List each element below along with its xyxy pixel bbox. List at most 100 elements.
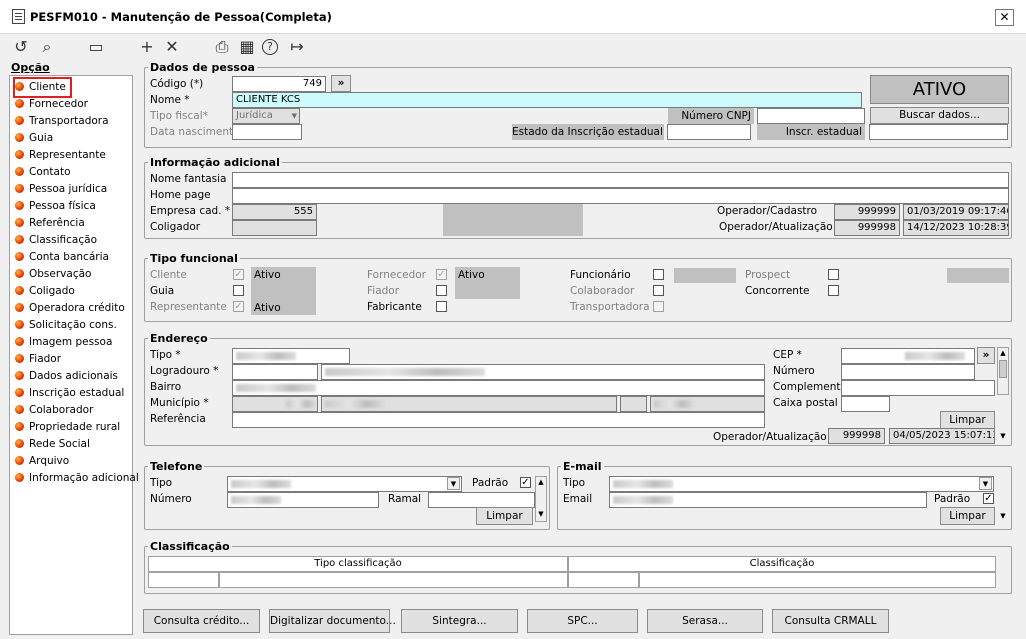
numero-input[interactable]	[841, 364, 975, 380]
tipo-fiscal-select[interactable]: Jurídica ▼	[232, 108, 300, 124]
sidebar-item[interactable]: Propriedade rural	[15, 419, 120, 436]
sidebar-item[interactable]: Conta bancária	[15, 249, 109, 266]
sidebar-item[interactable]: Pessoa física	[15, 198, 96, 215]
sidebar-item[interactable]: Imagem pessoa	[15, 334, 112, 351]
telefone-padrao-checkbox[interactable]: ✓	[520, 477, 531, 488]
telefone-ramal-input[interactable]	[428, 492, 535, 508]
spc-button[interactable]: SPC...	[527, 609, 638, 633]
telefone-limpar-button[interactable]: Limpar	[476, 507, 533, 525]
sidebar-item[interactable]: Representante	[15, 147, 106, 164]
sintegra-button[interactable]: Sintegra...	[401, 609, 518, 633]
endereco-more-button[interactable]: »	[977, 347, 995, 364]
telefone-scrollbar[interactable]: ▲ ▼	[535, 476, 547, 522]
municipio-name-input[interactable]	[321, 396, 617, 412]
codigo-input[interactable]: 749	[232, 76, 326, 92]
sidebar-item[interactable]: Guia	[15, 130, 53, 147]
sidebar-item[interactable]: Contato	[15, 164, 71, 181]
scroll-thumb[interactable]	[999, 360, 1007, 378]
buscar-dados-button[interactable]: Buscar dados...	[870, 107, 1009, 124]
sidebar-item[interactable]: Operadora crédito	[15, 300, 125, 317]
complemento-input[interactable]	[841, 380, 995, 396]
email-limpar-button[interactable]: Limpar	[940, 507, 995, 525]
numero-cnpj-input[interactable]	[757, 108, 865, 124]
tipo-prospect-checkbox[interactable]	[828, 269, 839, 280]
telefone-numero-input[interactable]	[227, 492, 379, 508]
email-tipo-select[interactable]: ▼	[609, 476, 994, 492]
tipo-guia-checkbox[interactable]	[233, 285, 244, 296]
sidebar-item[interactable]: Colaborador	[15, 402, 93, 419]
inscr-estadual-input[interactable]	[869, 124, 1008, 140]
scroll-down-icon[interactable]: ▼	[997, 428, 1009, 444]
tipo-fabricante-checkbox[interactable]	[436, 301, 447, 312]
table-cell[interactable]	[219, 572, 568, 588]
sidebar-item[interactable]: Inscrição estadual	[15, 385, 124, 402]
data-nascimento-input[interactable]	[232, 124, 302, 140]
calendar-icon[interactable]: ▦	[237, 38, 257, 56]
sidebar-item[interactable]: Rede Social	[15, 436, 90, 453]
endereco-limpar-button[interactable]: Limpar	[940, 411, 995, 429]
sidebar-item[interactable]: Pessoa jurídica	[15, 181, 107, 198]
sidebar-item[interactable]: Dados adicionais	[15, 368, 118, 385]
logradouro-tipo-input[interactable]	[232, 364, 318, 380]
sidebar-item[interactable]: Coligado	[15, 283, 75, 300]
sidebar-item[interactable]: Fornecedor	[15, 96, 88, 113]
sidebar-item[interactable]: Informação adicional	[15, 470, 139, 487]
coligador-input[interactable]	[232, 220, 317, 236]
add-icon[interactable]: +	[137, 38, 157, 56]
delete-icon[interactable]: ✕	[162, 38, 182, 56]
home-page-input[interactable]	[232, 188, 1009, 204]
serasa-button[interactable]: Serasa...	[647, 609, 763, 633]
nome-fantasia-input[interactable]	[232, 172, 1009, 188]
tipo-funcionario-checkbox[interactable]	[653, 269, 664, 280]
logradouro-input[interactable]	[321, 364, 765, 380]
sidebar-item[interactable]: Fiador	[15, 351, 61, 368]
referencia-input[interactable]	[232, 412, 765, 428]
tipo-concorrente-checkbox[interactable]	[828, 285, 839, 296]
print-icon[interactable]: ⎙	[212, 38, 232, 56]
digitalizar-documento-button[interactable]: Digitalizar documento...	[269, 609, 396, 633]
sidebar-item[interactable]: Classificação	[15, 232, 97, 249]
save-icon[interactable]: ▭	[86, 38, 106, 56]
email-input[interactable]	[609, 492, 927, 508]
col-tipo-classificacao[interactable]: Tipo classificação	[148, 556, 568, 572]
consulta-crmall-button[interactable]: Consulta CRMALL	[772, 609, 889, 633]
tipo-representante-checkbox[interactable]: ✓	[233, 301, 244, 312]
municipio-pais-input[interactable]	[650, 396, 765, 412]
sidebar-item[interactable]: Observação	[15, 266, 91, 283]
table-cell[interactable]	[639, 572, 996, 588]
estado-inscricao-input[interactable]	[667, 124, 751, 140]
caixa-postal-input[interactable]	[841, 396, 890, 412]
tipo-transportadora-checkbox[interactable]	[653, 301, 664, 312]
email-padrao-checkbox[interactable]: ✓	[983, 493, 994, 504]
email-scroll-down-icon[interactable]: ▼	[997, 507, 1009, 525]
help-icon[interactable]: ?	[262, 39, 278, 55]
endereco-scrollbar[interactable]: ▲	[997, 347, 1009, 395]
cep-input[interactable]	[841, 348, 975, 364]
consulta-credito-button[interactable]: Consulta crédito...	[143, 609, 260, 633]
sidebar-item[interactable]: Referência	[15, 215, 85, 232]
tipo-colaborador-checkbox[interactable]	[653, 285, 664, 296]
tipo-fiador-checkbox[interactable]	[436, 285, 447, 296]
search-icon[interactable]: ⌕	[37, 38, 57, 56]
telefone-tipo-select[interactable]: ▼	[227, 476, 462, 492]
endereco-tipo-select[interactable]	[232, 348, 350, 364]
sidebar-item[interactable]: Cliente	[13, 77, 72, 98]
bairro-input[interactable]	[232, 380, 765, 396]
empresa-cad-input[interactable]: 555	[232, 204, 317, 220]
tipo-fornecedor-checkbox[interactable]: ✓	[436, 269, 447, 280]
sidebar-item[interactable]: Solicitação cons.	[15, 317, 117, 334]
sidebar-item[interactable]: Arquivo	[15, 453, 69, 470]
codigo-search-button[interactable]: »	[331, 75, 351, 92]
municipio-uf-input[interactable]	[620, 396, 647, 412]
sidebar-item[interactable]: Transportadora	[15, 113, 109, 130]
close-button[interactable]: ✕	[995, 9, 1014, 26]
nome-input[interactable]: CLIENTE KCS	[232, 92, 862, 108]
numero-cnpj-label: Número CNPJ	[668, 108, 754, 124]
table-cell[interactable]	[148, 572, 219, 588]
exit-icon[interactable]: ↦	[287, 38, 307, 56]
undo-icon[interactable]: ↺	[11, 38, 31, 56]
table-cell[interactable]	[568, 572, 639, 588]
col-classificacao[interactable]: Classificação	[568, 556, 996, 572]
tipo-cliente-checkbox[interactable]: ✓	[233, 269, 244, 280]
municipio-code-input[interactable]	[232, 396, 318, 412]
